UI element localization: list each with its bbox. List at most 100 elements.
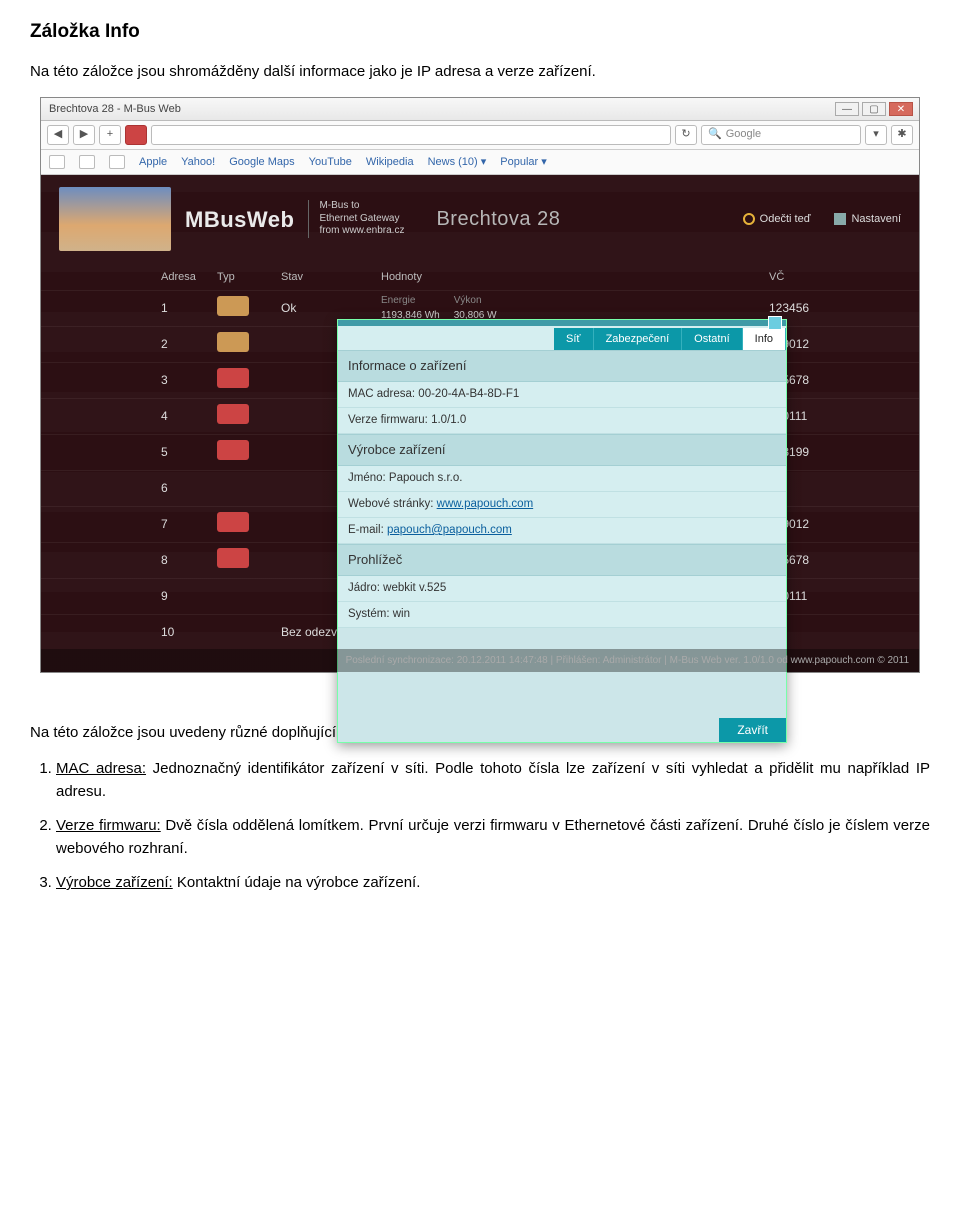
web-link[interactable]: www.papouch.com [437,498,534,510]
manufacturer-web: Webové stránky: www.papouch.com [338,492,786,518]
cell-type [217,440,281,465]
col-type: Typ [217,269,281,286]
mail-label: E-mail: [348,524,387,536]
page-menu-button[interactable]: ▾ [865,125,887,145]
cell-addr: 7 [161,515,217,533]
browser-system: Systém: win [338,602,786,628]
browser-core: Jádro: webkit v.525 [338,576,786,602]
cell-type [217,296,281,321]
list-item: Výrobce zařízení: Kontaktní údaje na výr… [56,872,930,895]
firmware-version-value: Verze firmwaru: 1.0/1.0 [338,408,786,434]
bookmark-link[interactable]: News (10) ▾ [428,154,487,171]
device-icon [217,548,249,568]
bookmark-link[interactable]: Wikipedia [366,154,414,171]
device-icon [217,296,249,316]
manufacturer-name: Jméno: Papouch s.r.o. [338,466,786,492]
app-logo: MBusWeb [185,203,294,236]
bookmarks-icon[interactable] [49,155,65,169]
manufacturer-mail: E-mail: papouch@papouch.com [338,518,786,544]
nav-back-button[interactable]: ◀ [47,125,69,145]
app-header: MBusWeb M-Bus to Ethernet Gateway from w… [41,175,919,265]
bookmark-link[interactable]: Google Maps [229,154,294,171]
browser-toolbar: ◀ ▶ + ↻ 🔍 Google ▾ ✱ [41,121,919,150]
cell-state: Ok [281,299,381,317]
cell-serial: 123456 [769,299,859,317]
refresh-icon [743,213,755,225]
cell-addr: 8 [161,551,217,569]
settings-button[interactable]: Nastavení [834,211,901,228]
cell-addr: 5 [161,443,217,461]
cell-type [217,404,281,429]
topsites-icon[interactable] [79,155,95,169]
term: MAC adresa: [56,760,146,777]
dialog-close-button[interactable]: Zavřít [719,718,786,742]
window-maximize-button[interactable]: ▢ [862,102,886,116]
read-now-label: Odečti teď [760,211,811,228]
window-close-button[interactable]: ✕ [889,102,913,116]
dialog-tabs: Síť Zabezpečení Ostatní Info [338,326,786,350]
cell-addr: 10 [161,623,217,641]
cell-addr: 4 [161,407,217,425]
cell-type [217,332,281,357]
bookmark-link[interactable]: Yahoo! [181,154,215,171]
stop-button[interactable] [125,125,147,145]
cell-addr: 9 [161,587,217,605]
status-bar: Poslední synchronizace: 20.12.2011 14:47… [41,649,919,672]
list-item: MAC adresa: Jednoznačný identifikátor za… [56,758,930,803]
address-bar[interactable] [151,125,671,145]
section-browser: Prohlížeč [338,544,786,576]
history-icon[interactable] [109,155,125,169]
nav-forward-button[interactable]: ▶ [73,125,95,145]
device-icon [217,332,249,352]
search-icon: 🔍 [708,126,722,143]
tab-network[interactable]: Síť [554,328,594,350]
new-tab-button[interactable]: + [99,125,121,145]
tab-other[interactable]: Ostatní [682,328,742,350]
bookmark-link[interactable]: YouTube [309,154,352,171]
cell-type [217,548,281,573]
col-values: Hodnoty [381,269,769,286]
app-subtitle-line: from www.enbra.cz [319,225,404,238]
page-title: Brechtova 28 [436,204,560,234]
section-heading: Záložka Info [30,18,930,47]
term: Výrobce zařízení: [56,874,173,891]
window-title: Brechtova 28 - M-Bus Web [49,101,181,118]
cell-type [217,368,281,393]
device-icon [217,512,249,532]
app-subtitle-line: M-Bus to [319,200,404,213]
mail-link[interactable]: papouch@papouch.com [387,524,512,536]
reload-button[interactable]: ↻ [675,125,697,145]
cell-addr: 1 [161,299,217,317]
info-dialog: Síť Zabezpečení Ostatní Info Informace o… [337,319,787,743]
settings-menu-button[interactable]: ✱ [891,125,913,145]
col-serial: VČ [769,269,859,286]
cell-type [217,512,281,537]
wrench-icon [834,213,846,225]
bookmark-link[interactable]: Apple [139,154,167,171]
bookmarks-bar: Apple Yahoo! Google Maps YouTube Wikiped… [41,150,919,176]
cell-addr: 3 [161,371,217,389]
col-state: Stav [281,269,381,286]
app-subtitle-line: Ethernet Gateway [319,213,404,226]
section-manufacturer: Výrobce zařízení [338,434,786,466]
read-now-button[interactable]: Odečti teď [743,211,811,228]
section-device-info: Informace o zařízení [338,350,786,382]
window-minimize-button[interactable]: — [835,102,859,116]
search-placeholder: Google [726,126,761,143]
definition: Jednoznačný identifikátor zařízení v sít… [56,760,930,800]
tab-info[interactable]: Info [743,328,786,350]
webapp-body: MBusWeb M-Bus to Ethernet Gateway from w… [41,175,919,672]
mac-address-value: MAC adresa: 00-20-4A-B4-8D-F1 [338,382,786,408]
definition: Dvě čísla oddělená lomítkem. První určuj… [56,817,930,857]
bookmark-link[interactable]: Popular ▾ [500,154,547,171]
device-icon [217,404,249,424]
search-field[interactable]: 🔍 Google [701,125,861,145]
tab-security[interactable]: Zabezpečení [594,328,683,350]
definition: Kontaktní údaje na výrobce zařízení. [173,874,421,891]
device-icon [217,368,249,388]
term: Verze firmwaru: [56,817,161,834]
building-thumbnail [59,187,171,251]
screenshot-figure: Brechtova 28 - M-Bus Web — ▢ ✕ ◀ ▶ + ↻ 🔍… [40,97,920,673]
dialog-titlebar[interactable] [338,320,786,326]
table-header: Adresa Typ Stav Hodnoty VČ [41,265,919,290]
